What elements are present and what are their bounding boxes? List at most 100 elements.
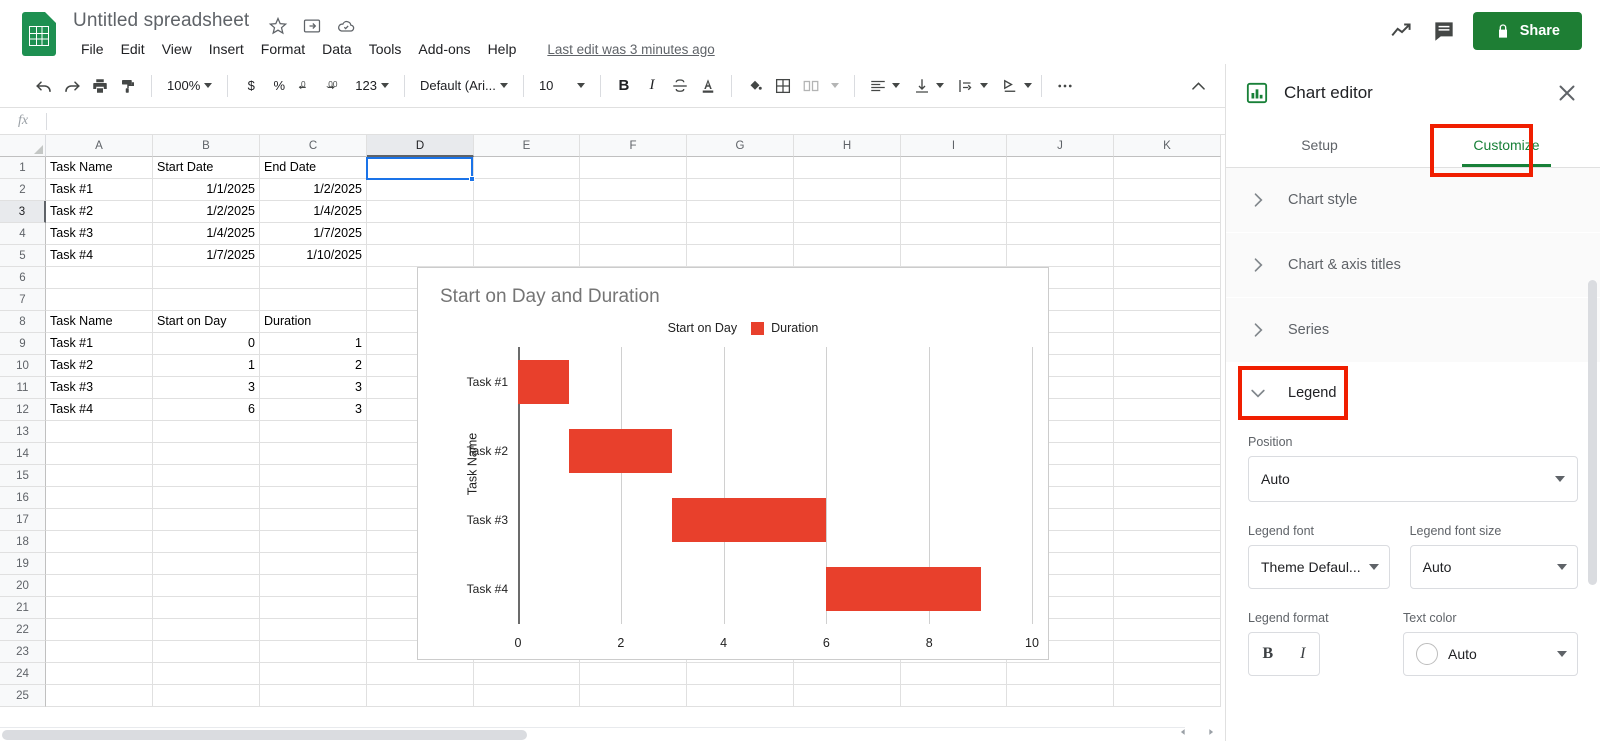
cell-A19[interactable] [46,553,153,575]
cell-K13[interactable] [1114,421,1221,443]
formula-input[interactable] [47,108,1225,134]
legend-item-duration[interactable]: Duration [751,321,818,335]
number-format-dropdown[interactable]: 123 [349,75,395,96]
cell-A18[interactable] [46,531,153,553]
cell-D1[interactable] [367,157,474,179]
currency-format-icon[interactable]: $ [237,72,265,100]
column-header-j[interactable]: J [1007,135,1114,157]
row-header-12[interactable]: 12 [0,399,46,421]
cell-K17[interactable] [1114,509,1221,531]
cell-C1[interactable]: End Date [260,157,367,179]
cell-C16[interactable] [260,487,367,509]
cell-B23[interactable] [153,641,260,663]
cell-K23[interactable] [1114,641,1221,663]
row-header-9[interactable]: 9 [0,333,46,355]
cell-C18[interactable] [260,531,367,553]
cell-A24[interactable] [46,663,153,685]
cell-K6[interactable] [1114,267,1221,289]
cell-B5[interactable]: 1/7/2025 [153,245,260,267]
row-header-11[interactable]: 11 [0,377,46,399]
cell-B22[interactable] [153,619,260,641]
strikethrough-icon[interactable] [666,72,694,100]
cell-I25[interactable] [901,685,1007,707]
row-header-21[interactable]: 21 [0,597,46,619]
cell-G4[interactable] [687,223,794,245]
legend-position-dropdown[interactable]: Auto [1248,456,1578,502]
legend-font-size-dropdown[interactable]: Auto [1410,545,1578,589]
cloud-saved-icon[interactable] [336,16,356,36]
cell-G24[interactable] [687,663,794,685]
cell-A5[interactable]: Task #4 [46,245,153,267]
move-to-folder-icon[interactable] [302,16,322,36]
cell-B24[interactable] [153,663,260,685]
row-header-15[interactable]: 15 [0,465,46,487]
cell-K11[interactable] [1114,377,1221,399]
cell-I24[interactable] [901,663,1007,685]
star-icon[interactable] [268,16,288,36]
section-legend[interactable]: Legend [1226,363,1600,423]
row-header-18[interactable]: 18 [0,531,46,553]
cell-J4[interactable] [1007,223,1114,245]
menu-item-format[interactable]: Format [253,38,313,60]
cell-B16[interactable] [153,487,260,509]
cell-K21[interactable] [1114,597,1221,619]
gantt-chart[interactable]: Start on Day and Duration Start on Day D… [417,267,1049,660]
column-header-d[interactable]: D [367,135,474,157]
cell-C12[interactable]: 3 [260,399,367,421]
italic-icon[interactable]: I [638,72,666,100]
horizontal-align-dropdown[interactable] [864,72,900,100]
cell-C22[interactable] [260,619,367,641]
cell-G5[interactable] [687,245,794,267]
share-button[interactable]: Share [1473,12,1582,50]
cell-C6[interactable] [260,267,367,289]
cell-A6[interactable] [46,267,153,289]
cell-A23[interactable] [46,641,153,663]
cell-F3[interactable] [580,201,687,223]
cell-E4[interactable] [474,223,580,245]
text-wrapping-dropdown[interactable] [952,72,988,100]
cell-J2[interactable] [1007,179,1114,201]
legend-item-start-on-day[interactable]: Start on Day [648,321,737,335]
section-series[interactable]: Series [1226,298,1600,363]
cell-C15[interactable] [260,465,367,487]
cell-B17[interactable] [153,509,260,531]
panel-scrollbar-thumb[interactable] [1588,280,1597,585]
legend-italic-button[interactable]: I [1294,643,1311,665]
cell-C25[interactable] [260,685,367,707]
cell-H24[interactable] [794,663,901,685]
menu-item-data[interactable]: Data [314,38,360,60]
legend-font-dropdown[interactable]: Theme Defaul... [1248,545,1390,589]
legend-text-color-dropdown[interactable]: Auto [1403,632,1578,676]
cell-A10[interactable]: Task #2 [46,355,153,377]
cell-J5[interactable] [1007,245,1114,267]
cell-B12[interactable]: 6 [153,399,260,421]
merge-cells-dropdown[interactable] [825,83,845,88]
cell-F25[interactable] [580,685,687,707]
column-header-a[interactable]: A [46,135,153,157]
row-header-17[interactable]: 17 [0,509,46,531]
cell-K4[interactable] [1114,223,1221,245]
close-icon[interactable] [1554,80,1580,106]
cell-D5[interactable] [367,245,474,267]
redo-icon[interactable] [58,72,86,100]
cell-B6[interactable] [153,267,260,289]
cell-F2[interactable] [580,179,687,201]
menu-item-help[interactable]: Help [480,38,525,60]
cell-K10[interactable] [1114,355,1221,377]
cell-B1[interactable]: Start Date [153,157,260,179]
cell-A12[interactable]: Task #4 [46,399,153,421]
comment-icon[interactable] [1431,18,1457,44]
cell-K24[interactable] [1114,663,1221,685]
cell-F1[interactable] [580,157,687,179]
cell-B7[interactable] [153,289,260,311]
panel-scrollbar[interactable] [1588,280,1597,640]
cell-I5[interactable] [901,245,1007,267]
row-header-16[interactable]: 16 [0,487,46,509]
cell-B4[interactable]: 1/4/2025 [153,223,260,245]
cell-B18[interactable] [153,531,260,553]
cell-B3[interactable]: 1/2/2025 [153,201,260,223]
cell-G2[interactable] [687,179,794,201]
cell-K25[interactable] [1114,685,1221,707]
more-options-icon[interactable] [1051,72,1079,100]
row-header-8[interactable]: 8 [0,311,46,333]
